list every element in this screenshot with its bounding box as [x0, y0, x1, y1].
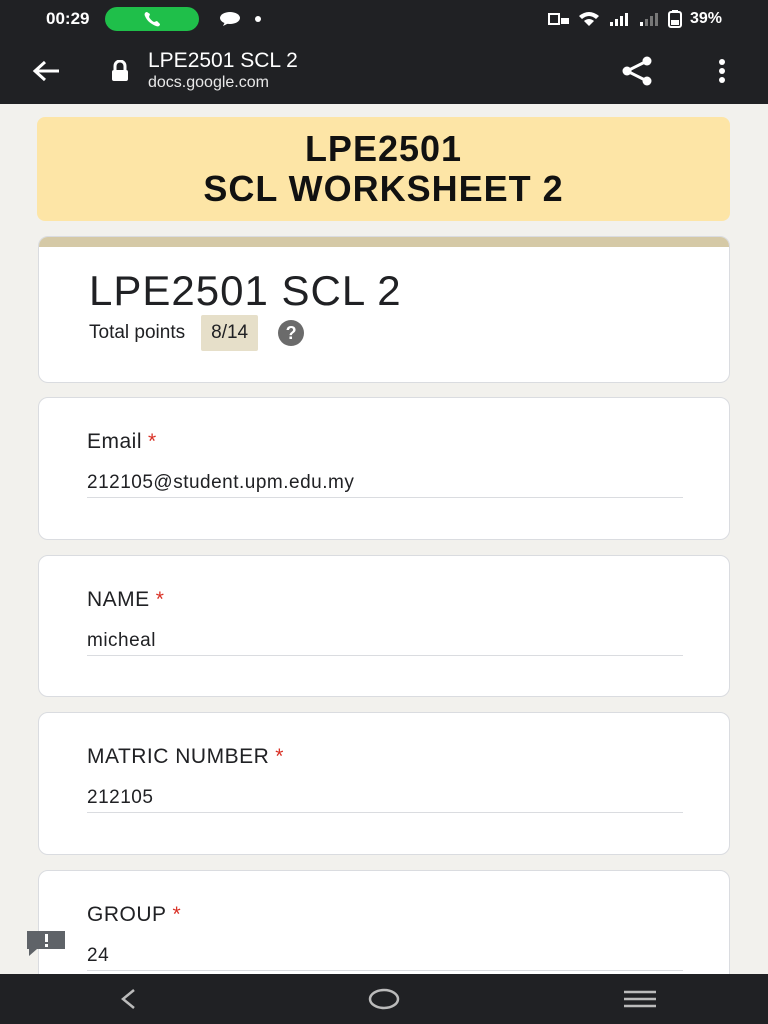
status-bar: 00:29 39%: [0, 0, 768, 38]
feedback-button[interactable]: [24, 928, 68, 958]
system-navigation-bar: [0, 974, 768, 1024]
nav-recents-button[interactable]: [600, 974, 680, 1024]
volte-icon: [547, 13, 569, 25]
page-title: LPE2501 SCL 2: [148, 49, 298, 72]
total-points-label: Total points: [89, 322, 186, 343]
phone-icon: [145, 12, 161, 27]
matric-number-answer: 212105: [87, 787, 683, 813]
arrow-left-icon: [32, 60, 59, 82]
share-icon: [622, 56, 652, 86]
question-label-text: Email: [87, 430, 143, 453]
question-label-text: MATRIC NUMBER: [87, 745, 270, 768]
status-time: 00:29: [46, 9, 90, 28]
total-points-badge: 8/14: [201, 315, 259, 351]
browser-toolbar: LPE2501 SCL 2 docs.google.com: [0, 38, 768, 104]
question-label-text: NAME: [87, 588, 150, 611]
battery-icon: [667, 10, 682, 28]
url-domain: docs.google.com: [148, 74, 269, 91]
back-button[interactable]: [0, 38, 92, 104]
question-label: Email *: [87, 430, 157, 454]
form-header-banner: LPE2501 SCL WORKSHEET 2: [37, 117, 730, 221]
more-vert-icon: [719, 59, 725, 83]
signal-icon: [609, 13, 628, 26]
nav-back-icon: [121, 989, 135, 1009]
nav-home-button[interactable]: [344, 974, 424, 1024]
nav-recents-icon: [624, 990, 656, 1008]
header-stripe: [39, 237, 729, 247]
total-points-row: Total points 8/14 ?: [89, 315, 305, 351]
required-asterisk: *: [275, 745, 284, 768]
form-title: LPE2501 SCL 2: [89, 267, 402, 314]
nav-back-button[interactable]: [88, 974, 168, 1024]
required-asterisk: *: [172, 903, 182, 926]
lock-icon[interactable]: [110, 60, 130, 82]
group-answer: 24: [87, 945, 683, 971]
wifi-icon: [578, 12, 599, 26]
question-card-email: Email * 212105@student.upm.edu.my: [38, 397, 730, 540]
message-icon: [220, 12, 241, 26]
question-label: MATRIC NUMBER *: [87, 745, 284, 769]
help-icon[interactable]: ?: [278, 320, 305, 346]
more-options-button[interactable]: [700, 50, 744, 92]
form-header-card: LPE2501 SCL 2 Total points 8/14 ?: [38, 236, 730, 383]
url-block[interactable]: LPE2501 SCL 2 docs.google.com: [148, 49, 298, 93]
banner-title-line2: SCL WORKSHEET 2: [203, 168, 564, 209]
feedback-icon: [27, 931, 65, 956]
signal-weak-icon: [639, 13, 658, 26]
email-answer: 212105@student.upm.edu.my: [87, 472, 683, 498]
question-card-name: NAME * micheal: [38, 555, 730, 697]
question-card-matric-number: MATRIC NUMBER * 212105: [38, 712, 730, 855]
required-asterisk: *: [155, 588, 165, 611]
name-answer: micheal: [87, 630, 683, 656]
banner-title-line1: LPE2501: [304, 128, 463, 169]
question-label: GROUP *: [87, 903, 181, 927]
share-button[interactable]: [612, 50, 662, 92]
question-label: NAME *: [87, 588, 164, 612]
battery-percent: 39%: [689, 10, 722, 27]
question-label-text: GROUP: [87, 903, 167, 926]
required-asterisk: *: [148, 430, 157, 453]
ongoing-call-indicator[interactable]: [105, 7, 200, 31]
notification-dot-icon: [255, 16, 262, 22]
nav-home-icon: [368, 988, 400, 1010]
